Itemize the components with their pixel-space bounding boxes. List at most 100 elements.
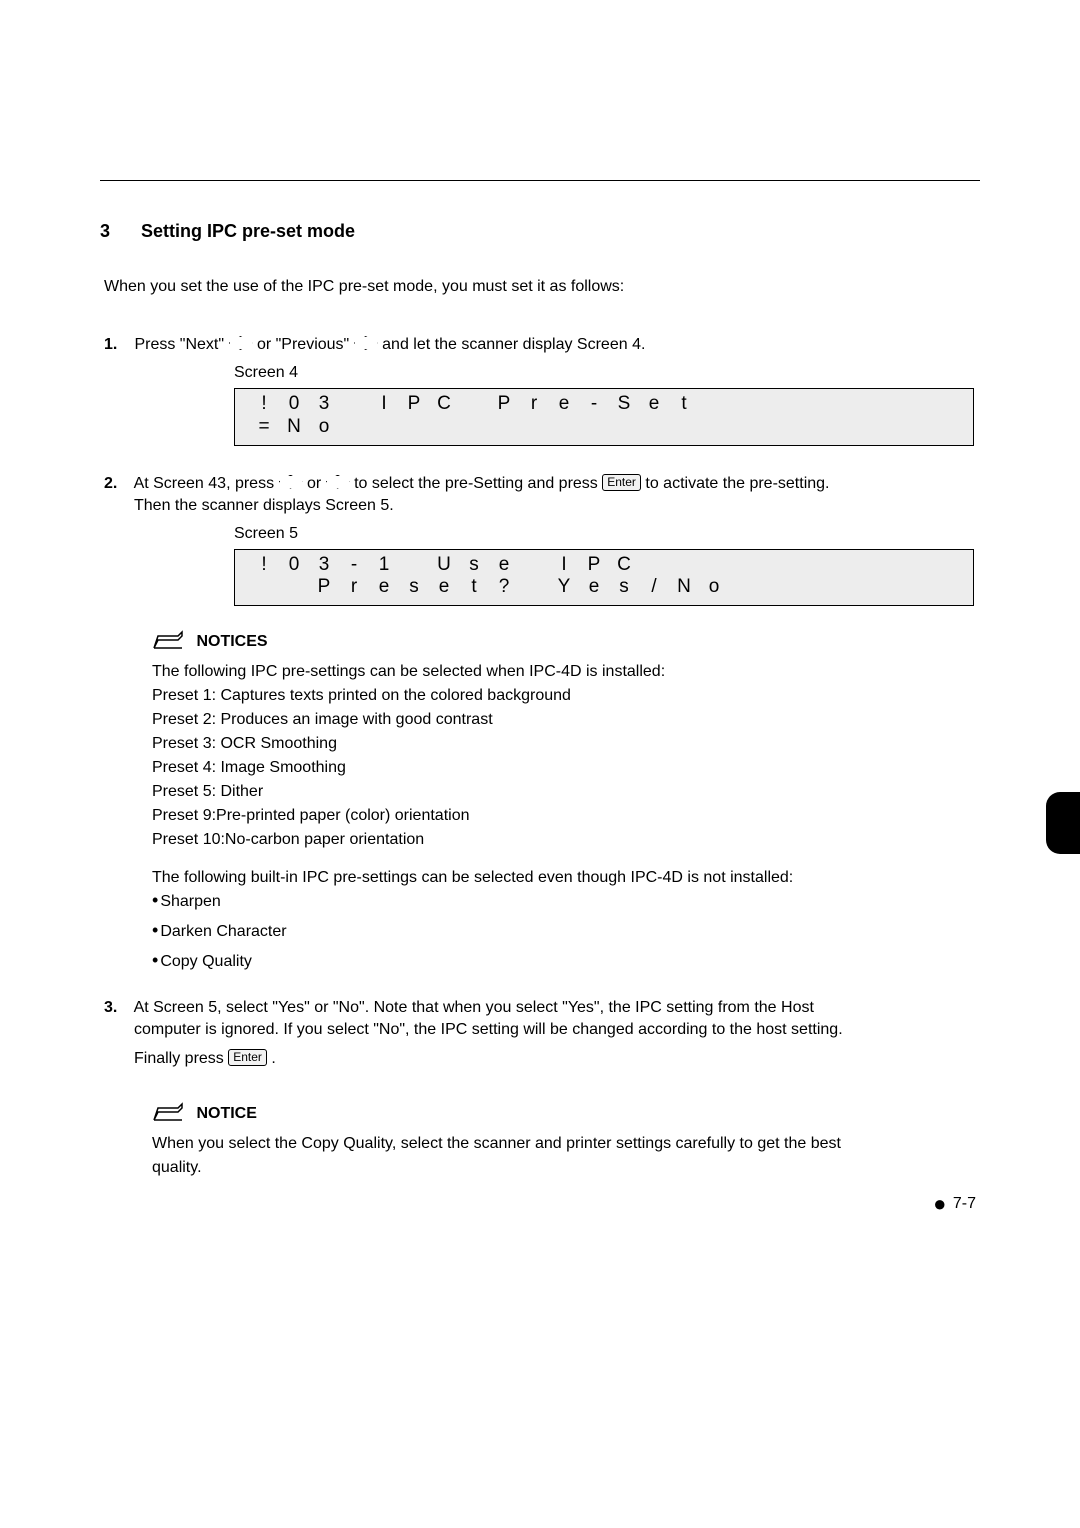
- screen-5-label: Screen 5: [234, 525, 980, 543]
- lcd-cell: t: [669, 393, 699, 416]
- diamond-icon: [354, 336, 378, 350]
- lcd-cell: [489, 416, 519, 439]
- lcd-cell: !: [249, 393, 279, 416]
- lcd-cell: [519, 416, 549, 439]
- notices-line: Preset 5: Dither: [152, 783, 980, 801]
- lcd-cell: 1: [369, 554, 399, 577]
- lcd-cell: [249, 576, 279, 599]
- step-number: 2.: [104, 475, 130, 493]
- notice-block-2: NOTICE When you select the Copy Quality,…: [152, 1102, 980, 1177]
- lcd-cell: e: [579, 576, 609, 599]
- lcd-cell: [459, 416, 489, 439]
- lcd-cell: [729, 576, 759, 599]
- step-number: 1.: [104, 336, 130, 354]
- page-footer: ● 7-7: [933, 1191, 976, 1217]
- bullet-item: Sharpen: [152, 893, 980, 911]
- lcd-cell: S: [609, 393, 639, 416]
- diamond-icon: [326, 475, 350, 489]
- lcd-cell: [669, 416, 699, 439]
- lcd-cell: s: [609, 576, 639, 599]
- lcd-cell: r: [519, 393, 549, 416]
- step-3-finally-pre: Finally press: [134, 1050, 228, 1067]
- lcd-cell: e: [429, 576, 459, 599]
- lcd-cell: [519, 554, 549, 577]
- step-3-text2: computer is ignored. If you select "No",…: [134, 1021, 980, 1039]
- lcd-cell: s: [459, 554, 489, 577]
- step-2-mid: or: [307, 475, 326, 492]
- lcd-cell: e: [549, 393, 579, 416]
- bullet-item: Darken Character: [152, 923, 980, 941]
- pencil-icon: [152, 1102, 186, 1127]
- lcd-cell: P: [489, 393, 519, 416]
- bullet-item: Copy Quality: [152, 953, 980, 971]
- lcd-cell: P: [309, 576, 339, 599]
- screen-4-panel: !03IPCPre-Set =No: [234, 388, 974, 446]
- notices-line: Preset 1: Captures texts printed on the …: [152, 687, 980, 705]
- lcd-cell: t: [459, 576, 489, 599]
- header-rule: [100, 180, 980, 181]
- section-heading: 3 Setting IPC pre-set mode: [100, 221, 980, 242]
- lcd-cell: 0: [279, 554, 309, 577]
- lcd-row: !03-1UseIPC: [249, 554, 959, 577]
- lcd-cell: [399, 554, 429, 577]
- lcd-cell: o: [699, 576, 729, 599]
- step-2-pre: At Screen 43, press: [134, 475, 279, 492]
- lcd-cell: I: [549, 554, 579, 577]
- notices-line: The following IPC pre-settings can be se…: [152, 663, 980, 681]
- lcd-cell: 3: [309, 393, 339, 416]
- notices-line: Preset 10:No-carbon paper orientation: [152, 831, 980, 849]
- step-number: 3.: [104, 999, 130, 1017]
- step-1-mid: or "Previous": [257, 336, 354, 353]
- notice-heading-2: NOTICE: [152, 1102, 980, 1127]
- lcd-cell: o: [309, 416, 339, 439]
- lcd-cell: [399, 416, 429, 439]
- lcd-row: =No: [249, 416, 959, 439]
- lcd-cell: [579, 416, 609, 439]
- notices-line: Preset 4: Image Smoothing: [152, 759, 980, 777]
- notices-line: Preset 3: OCR Smoothing: [152, 735, 980, 753]
- lcd-cell: =: [249, 416, 279, 439]
- lcd-cell: e: [639, 393, 669, 416]
- lcd-cell: [639, 554, 669, 577]
- intro-text: When you set the use of the IPC pre-set …: [104, 278, 980, 296]
- lcd-cell: [519, 576, 549, 599]
- notices-line: Preset 9:Pre-printed paper (color) orien…: [152, 807, 980, 825]
- step-3-finally-post: .: [271, 1050, 275, 1067]
- lcd-cell: r: [339, 576, 369, 599]
- lcd-cell: e: [369, 576, 399, 599]
- notice2-title: NOTICE: [196, 1105, 256, 1122]
- lcd-row: !03IPCPre-Set: [249, 393, 959, 416]
- lcd-cell: [549, 416, 579, 439]
- lcd-cell: [609, 416, 639, 439]
- step-1-post: and let the scanner display Screen 4.: [382, 336, 645, 353]
- notices-line: The following built-in IPC pre-settings …: [152, 869, 980, 887]
- lcd-cell: I: [369, 393, 399, 416]
- diamond-icon: [279, 475, 303, 489]
- lcd-cell: [339, 393, 369, 416]
- lcd-cell: [339, 416, 369, 439]
- lcd-cell: 0: [279, 393, 309, 416]
- step-3: 3. At Screen 5, select "Yes" or "No". No…: [104, 999, 980, 1177]
- notices-block: NOTICES The following IPC pre-settings c…: [152, 630, 980, 971]
- step-2-line2: Then the scanner displays Screen 5.: [134, 497, 980, 515]
- notices-heading: NOTICES: [152, 630, 980, 655]
- lcd-cell: e: [489, 554, 519, 577]
- lcd-cell: [369, 416, 399, 439]
- lcd-cell: [429, 416, 459, 439]
- lcd-cell: P: [579, 554, 609, 577]
- bullet-icon: ●: [933, 1191, 946, 1216]
- side-tab-marker: [1046, 792, 1080, 854]
- notices-line: Preset 2: Produces an image with good co…: [152, 711, 980, 729]
- screen-4-label: Screen 4: [234, 364, 980, 382]
- page-number: 7-7: [953, 1195, 976, 1212]
- step-2-post: to activate the pre-setting.: [645, 475, 829, 492]
- enter-key-icon: Enter: [228, 1049, 267, 1066]
- lcd-cell: [699, 554, 729, 577]
- step-3-text1: At Screen 5, select "Yes" or "No". Note …: [134, 999, 814, 1016]
- notice2-line: quality.: [152, 1159, 980, 1177]
- lcd-cell: N: [279, 416, 309, 439]
- lcd-cell: C: [609, 554, 639, 577]
- lcd-cell: 3: [309, 554, 339, 577]
- lcd-cell: -: [339, 554, 369, 577]
- step-2: 2. At Screen 43, press or to select the …: [104, 474, 980, 972]
